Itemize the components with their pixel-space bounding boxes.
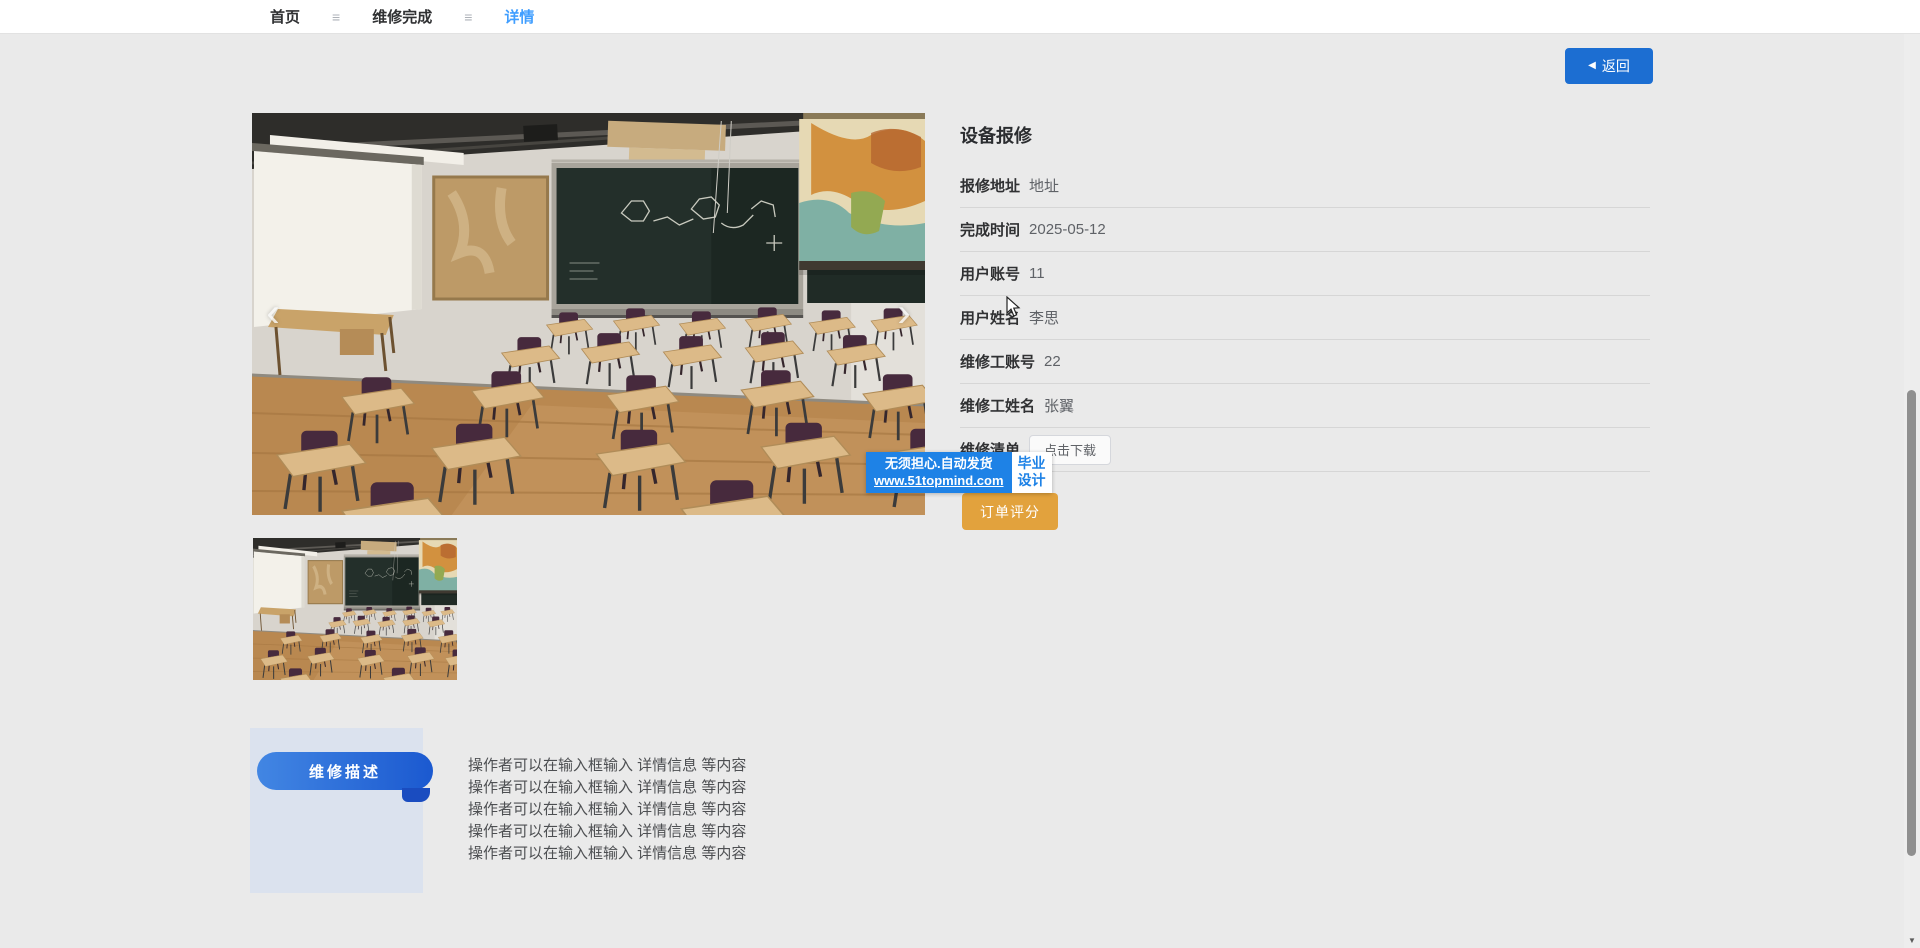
carousel-next-icon[interactable]: › (887, 283, 921, 343)
watermark-overlay: 无须担心.自动发货 www.51topmind.com 毕业 设计 (866, 452, 1052, 493)
back-arrow-icon: ◀ (1588, 61, 1596, 71)
field-value: 22 (1044, 353, 1061, 370)
detail-row-user-account: 用户账号 11 (960, 252, 1650, 296)
detail-row-worker-name: 维修工姓名 张翼 (960, 384, 1650, 428)
order-rating-button[interactable]: 订单评分 (962, 493, 1058, 530)
description-line: 操作者可以在输入框输入 详情信息 等内容 (468, 755, 746, 777)
detail-rows: 报修地址 地址 完成时间 2025-05-12 用户账号 11 用户姓名 李思 … (960, 164, 1650, 472)
top-navbar: 首页 ≡ 维修完成 ≡ 详情 (0, 0, 1920, 34)
field-value: 2025-05-12 (1029, 221, 1106, 238)
description-line: 操作者可以在输入框输入 详情信息 等内容 (468, 777, 746, 799)
description-line: 操作者可以在输入框输入 详情信息 等内容 (468, 843, 746, 865)
device-photo-carousel: ‹ › (252, 113, 925, 515)
detail-row-repair-list: 维修清单 点击下载 (960, 428, 1650, 472)
field-label: 用户姓名 (960, 307, 1020, 328)
field-value: 李思 (1029, 307, 1059, 328)
detail-row-complete-time: 完成时间 2025-05-12 (960, 208, 1650, 252)
photo-thumbnail[interactable] (253, 538, 457, 680)
vertical-scrollbar[interactable]: ▼ (1904, 34, 1920, 948)
watermark-badge-line1: 毕业 (1018, 455, 1046, 472)
nav-item-detail[interactable]: 详情 (504, 6, 534, 27)
field-value: 张翼 (1044, 395, 1074, 416)
scrollbar-thumb[interactable] (1907, 390, 1916, 856)
description-line: 操作者可以在输入框输入 详情信息 等内容 (468, 821, 746, 843)
watermark-url: www.51topmind.com (874, 472, 1004, 489)
field-value: 11 (1029, 265, 1045, 282)
watermark-badge-line2: 设计 (1018, 472, 1046, 489)
page: 首页 ≡ 维修完成 ≡ 详情 ◀ 返回 ‹ › 设备报修 报修地址 地址 完成时 (0, 0, 1920, 948)
nav-item-repair-complete[interactable]: 维修完成 (372, 6, 432, 27)
field-label: 完成时间 (960, 219, 1020, 240)
back-button-label: 返回 (1602, 56, 1630, 76)
nav-item-home[interactable]: 首页 (270, 6, 300, 27)
classroom-photo (252, 113, 925, 515)
detail-row-user-name: 用户姓名 李思 (960, 296, 1650, 340)
field-label: 用户账号 (960, 263, 1020, 284)
field-label: 维修工账号 (960, 351, 1035, 372)
field-label: 报修地址 (960, 175, 1020, 196)
detail-row-worker-account: 维修工账号 22 (960, 340, 1650, 384)
carousel-prev-icon[interactable]: ‹ (256, 283, 290, 343)
watermark-text-box: 无须担心.自动发货 www.51topmind.com (866, 452, 1012, 493)
field-label: 维修工姓名 (960, 395, 1035, 416)
classroom-photo-thumb (253, 538, 457, 680)
description-text-block: 操作者可以在输入框输入 详情信息 等内容 操作者可以在输入框输入 详情信息 等内… (468, 755, 746, 865)
description-header-label: 维修描述 (309, 761, 381, 782)
menu-separator-icon: ≡ (464, 9, 472, 25)
watermark-badge: 毕业 设计 (1012, 452, 1052, 493)
page-title: 设备报修 (960, 122, 1650, 148)
back-button[interactable]: ◀ 返回 (1565, 48, 1653, 84)
repair-details-panel: 设备报修 报修地址 地址 完成时间 2025-05-12 用户账号 11 用户姓… (960, 122, 1650, 472)
scrollbar-down-arrow-icon[interactable]: ▼ (1904, 933, 1920, 947)
description-line: 操作者可以在输入框输入 详情信息 等内容 (468, 799, 746, 821)
detail-row-address: 报修地址 地址 (960, 164, 1650, 208)
watermark-line1: 无须担心.自动发货 (874, 455, 1004, 472)
description-header-ribbon: 维修描述 (257, 752, 433, 790)
field-value: 地址 (1029, 175, 1059, 196)
menu-separator-icon: ≡ (332, 9, 340, 25)
